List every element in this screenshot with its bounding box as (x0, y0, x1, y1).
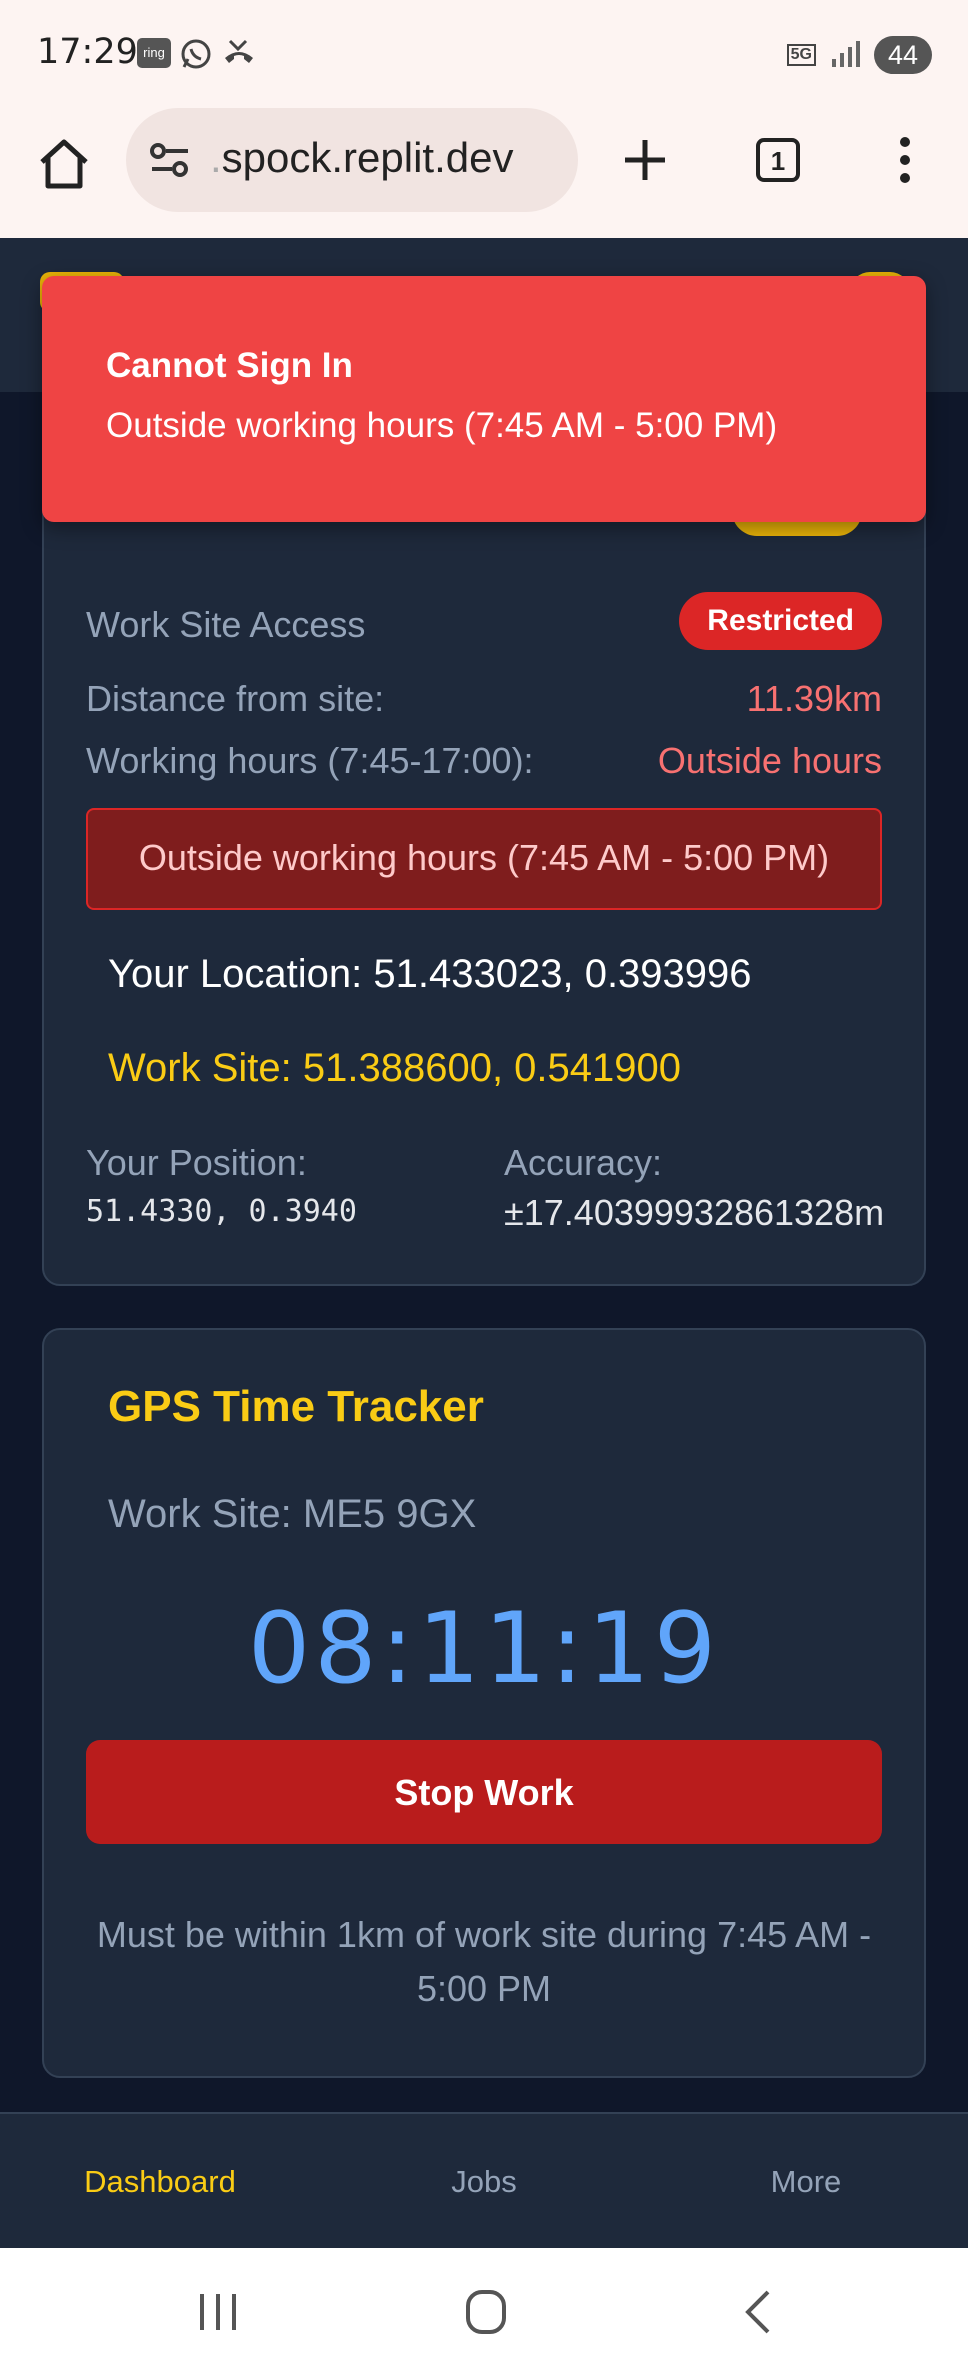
tracker-site: Work Site: ME5 9GX (108, 1492, 477, 1536)
toast-message: Outside working hours (7:45 AM - 5:00 PM… (106, 406, 778, 445)
back-icon[interactable] (740, 2288, 776, 2341)
work-site-coords: Work Site: 51.388600, 0.541900 (108, 1046, 682, 1090)
home-icon[interactable] (36, 136, 92, 192)
bottom-nav: Dashboard Jobs More (0, 2112, 968, 2250)
working-hours-row: Working hours (7:45-17:00): Outside hour… (86, 740, 882, 782)
distance-label: Distance from site: (86, 678, 385, 719)
tab-switcher-button[interactable]: 1 (756, 138, 800, 182)
work-site-access-row: Work Site Access Restricted (86, 592, 882, 650)
browser-toolbar: .spock.replit.dev 1 (0, 108, 968, 240)
whatsapp-icon (180, 38, 212, 75)
status-bar: 17:29 ring 5G 44 (0, 0, 968, 108)
position-value: 51.4330, 0.3940 (86, 1194, 357, 1229)
restricted-badge: Restricted (679, 592, 882, 650)
elapsed-timer: 08:11:19 (247, 1592, 721, 1706)
nav-jobs[interactable]: Jobs (354, 2114, 614, 2250)
working-hours-label: Working hours (7:45-17:00): (86, 740, 534, 781)
status-time: 17:29 (37, 32, 138, 72)
working-hours-value: Outside hours (657, 740, 882, 781)
network-5g-icon: 5G (786, 44, 816, 66)
nav-more[interactable]: More (676, 2114, 936, 2250)
accuracy-label: Accuracy: (504, 1142, 663, 1183)
recents-icon[interactable] (196, 2290, 240, 2339)
tracker-title: GPS Time Tracker (108, 1382, 484, 1431)
stop-work-button[interactable]: Stop Work (86, 1740, 882, 1844)
ring-app-icon: ring (137, 38, 171, 68)
missed-call-icon (222, 38, 256, 73)
error-toast[interactable]: Cannot Sign In Outside working hours (7:… (42, 276, 926, 522)
access-label: Work Site Access (86, 604, 366, 645)
address-bar[interactable]: .spock.replit.dev (126, 108, 578, 212)
toast-title: Cannot Sign In (106, 346, 353, 385)
nav-dashboard[interactable]: Dashboard (30, 2114, 290, 2250)
new-tab-icon[interactable] (617, 132, 673, 188)
home-nav-icon[interactable] (464, 2288, 508, 2341)
tracker-note: Must be within 1km of work site during 7… (96, 1914, 872, 2009)
battery-icon: 44 (874, 36, 932, 74)
time-tracker-card: GPS Time Tracker Work Site: ME5 9GX 08:1… (42, 1328, 926, 2078)
site-settings-icon[interactable] (148, 142, 192, 183)
system-nav-bar (0, 2248, 968, 2376)
gps-status-card: GPS Status Work Site Access Restricted D… (42, 440, 926, 1286)
distance-value: 11.39km (746, 678, 882, 719)
url-text: .spock.replit.dev (210, 134, 514, 181)
signal-icon (830, 39, 860, 72)
more-menu-icon[interactable] (888, 132, 922, 188)
outside-hours-alert: Outside working hours (7:45 AM - 5:00 PM… (86, 808, 882, 910)
your-location: Your Location: 51.433023, 0.393996 (108, 952, 752, 996)
position-label: Your Position: (86, 1142, 307, 1183)
accuracy-value: ±17.40399932861328m (504, 1192, 885, 1233)
distance-row: Distance from site: 11.39km (86, 678, 882, 720)
